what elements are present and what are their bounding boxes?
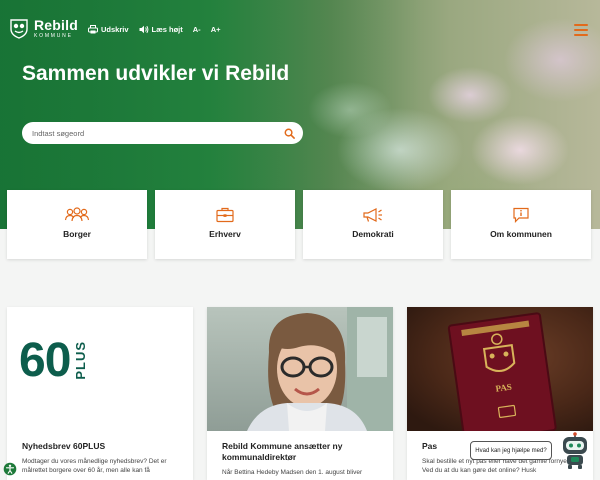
search-input[interactable] [32,128,283,138]
category-borger[interactable]: Borger [7,190,147,259]
category-label: Borger [63,229,91,239]
category-om-kommunen[interactable]: Om kommunen [451,190,591,259]
news-card-60plus[interactable]: 60 PLUS Nyhedsbrev 60PLUS Modtager du vo… [7,307,193,480]
card-image-60plus: 60 PLUS [7,307,193,431]
printer-icon [88,25,98,34]
card-text: Modtager du vores månedlige nyhedsbrev? … [22,458,167,475]
search-box [22,122,303,144]
card-body: Nyhedsbrev 60PLUS Modtager du vores måne… [7,431,193,476]
sixty-plus-number: 60 [19,334,71,387]
hero-headline: Sammen udvikler vi Rebild [22,62,290,85]
news-card-kommunaldirektor[interactable]: Rebild Kommune ansætter ny kommunaldirek… [207,307,393,480]
category-demokrati[interactable]: Demokrati [303,190,443,259]
category-tiles: Borger Erhverv Demokrati Om kommunen [7,190,593,259]
decrease-text-label: A- [192,25,201,34]
logo-subtitle: KOMMUNE [34,32,73,39]
print-label: Udskriv [101,25,129,34]
chat-robot-icon[interactable] [560,432,590,470]
card-title: Rebild Kommune ansætter ny kommunaldirek… [222,441,343,463]
megaphone-icon [363,208,382,222]
hamburger-menu-icon[interactable] [574,24,588,36]
menu-bar-bottom [574,34,588,36]
read-aloud-label: Læs højt [151,25,183,34]
chat-prompt-bubble[interactable]: Hvad kan jeg hjælpe med? [470,441,552,460]
speaker-icon [139,25,148,34]
category-erhverv[interactable]: Erhverv [155,190,295,259]
card-text: Når Bettina Hedeby Madsen den 1. august … [222,469,363,477]
rebild-crest-icon [10,19,28,39]
info-bubble-icon [513,207,529,223]
decrease-text-button[interactable]: A- [193,25,201,34]
people-icon [64,207,90,222]
increase-text-label: A+ [210,25,221,34]
portrait-photo [247,307,393,431]
logo-link[interactable]: Rebild KOMMUNE [8,17,78,39]
search-button[interactable] [283,127,295,139]
category-label: Om kommunen [490,229,552,239]
increase-text-button[interactable]: A+ [211,25,221,34]
category-label: Demokrati [352,229,394,239]
read-aloud-button[interactable]: Læs højt [139,25,183,34]
toolbar: Udskriv Læs højt A- A+ [88,25,220,34]
card-title: Nyhedsbrev 60PLUS [22,441,106,451]
menu-bar-middle [574,29,588,31]
print-button[interactable]: Udskriv [88,25,129,34]
card-body: Rebild Kommune ansætter ny kommunaldirek… [207,431,393,478]
sixty-plus-logo: 60 PLUS [19,337,88,385]
logo-name: Rebild [34,16,78,33]
menu-bar-top [574,24,588,26]
briefcase-icon [216,207,234,223]
category-label: Erhverv [209,229,241,239]
search-icon [284,128,295,139]
card-image-portrait [207,307,393,431]
card-image-passport: PAS [407,307,593,431]
accessibility-icon[interactable] [3,462,17,476]
sixty-plus-suffix: PLUS [73,341,89,380]
passport-photo: PAS [447,312,557,431]
logo-text: Rebild KOMMUNE [34,18,78,39]
top-bar: Rebild KOMMUNE Udskriv Læs højt A- A+ [0,0,600,58]
